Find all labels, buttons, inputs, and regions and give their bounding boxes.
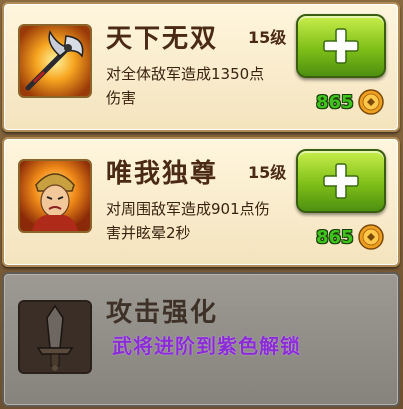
skill-level: 15级 — [248, 163, 287, 182]
coin-icon — [357, 224, 384, 250]
upgrade-button[interactable] — [296, 149, 386, 213]
coin-icon — [357, 89, 384, 115]
upgrade-cost: 865 — [316, 88, 384, 116]
plus-icon — [323, 163, 359, 199]
skill-description: 对周围敌军造成901点伤害并眩晕2秒 — [106, 200, 270, 242]
skill-list: 天下无双 15级 对全体敌军造成1350点伤害 865 唯我独尊 15级 对周围… — [0, 0, 403, 409]
plus-icon — [323, 28, 359, 64]
sword-skill-icon — [18, 300, 92, 374]
skill-card-gongji-qianghua: 攻击强化 武将进阶到紫色解锁 — [2, 272, 400, 407]
unlock-hint: 武将进阶到紫色解锁 — [112, 334, 301, 358]
skill-card-weiwo-duzun: 唯我独尊 15级 对周围敌军造成901点伤害并眩晕2秒 865 — [2, 137, 400, 267]
upgrade-cost: 865 — [316, 223, 384, 251]
warrior-portrait-icon — [18, 159, 92, 233]
skill-description: 对全体敌军造成1350点伤害 — [106, 65, 265, 107]
skill-level: 15级 — [248, 28, 287, 47]
cost-value: 865 — [316, 91, 354, 113]
skill-name: 唯我独尊 — [106, 159, 219, 189]
skill-name: 天下无双 — [106, 24, 219, 54]
skill-card-tianxia-wushuang: 天下无双 15级 对全体敌军造成1350点伤害 865 — [2, 2, 400, 132]
upgrade-button[interactable] — [296, 14, 386, 78]
skill-name: 攻击强化 — [106, 298, 219, 328]
halberd-skill-icon — [18, 24, 92, 98]
cost-value: 865 — [316, 226, 354, 248]
